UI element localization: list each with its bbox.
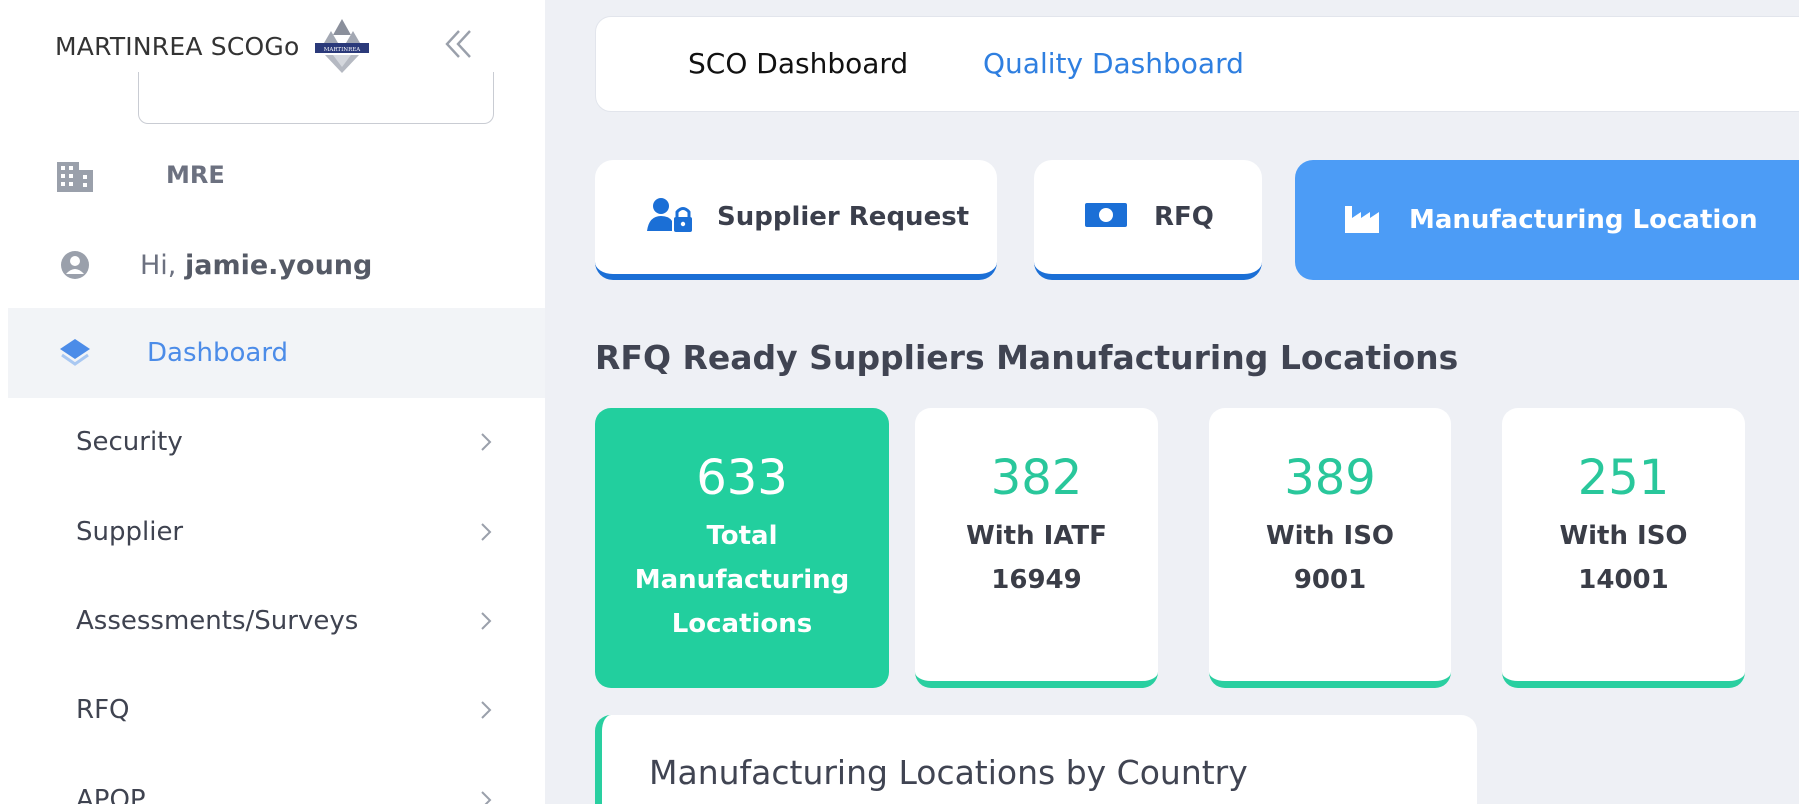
brand[interactable]: MARTINREA SCOGo MARTINREA [55,19,373,73]
stat-card-total-locations[interactable]: 633 Total Manufacturing Locations [595,408,889,688]
user-lock-icon [647,197,693,238]
sidebar: MARTINREA SCOGo MARTINREA MRE Hi, jamie.… [0,0,545,804]
stat-value: 251 [1577,450,1670,506]
stat-caption-line: 9001 [1293,565,1367,595]
chevron-right-icon [481,612,492,630]
org-label: MRE [166,161,225,189]
chevron-right-icon [481,701,492,719]
stat-caption-line: Locations [671,609,813,639]
user-circle-icon [54,244,96,286]
money-bill-icon [1084,201,1128,234]
brand-name: MARTINREA SCOGo [55,31,300,61]
sidebar-item-security[interactable]: Security [0,412,545,472]
username: jamie.young [184,249,373,281]
stat-value: 633 [696,450,788,506]
stat-card-iatf-16949[interactable]: 382 With IATF 16949 [915,408,1158,688]
sidebar-search-box[interactable] [138,72,494,124]
collapse-sidebar-button[interactable] [436,22,480,66]
greeting-prefix: Hi, [140,249,185,281]
logo-text: MARTINREA [324,47,361,53]
stat-caption-line: Total [706,521,778,551]
sidebar-item-label: Supplier [76,517,184,547]
category-tab-rfq[interactable]: RFQ [1034,160,1262,280]
country-chart-card: Manufacturing Locations by Country [595,715,1477,804]
main-content: SCO Dashboard Quality Dashboard Supplier… [545,0,1799,804]
sidebar-item-supplier[interactable]: Supplier [0,502,545,562]
category-tab-label: Supplier Request [717,202,970,232]
sidebar-item-assessments[interactable]: Assessments/Surveys [0,591,545,651]
layers-icon [54,332,96,374]
stat-caption-line: With ISO [1559,521,1688,551]
chevron-right-icon [481,523,492,541]
sidebar-item-label: Dashboard [147,338,289,368]
sidebar-item-label: Assessments/Surveys [76,606,359,636]
sidebar-item-label: RFQ [76,695,130,725]
double-chevron-left-icon [445,30,471,58]
sidebar-item-label: Security [76,427,183,457]
sidebar-item-apqp[interactable]: APQP [0,770,545,804]
stat-caption-line: 14001 [1578,565,1669,595]
category-tab-label: RFQ [1154,202,1214,232]
stat-card-iso-14001[interactable]: 251 With ISO 14001 [1502,408,1745,688]
chevron-right-icon [481,433,492,451]
stat-card-iso-9001[interactable]: 389 With ISO 9001 [1209,408,1451,688]
sidebar-item-rfq[interactable]: RFQ [0,680,545,740]
dashboard-tabbar: SCO Dashboard Quality Dashboard [595,16,1799,112]
stat-value: 389 [1284,450,1376,506]
stat-caption: With ISO 9001 [1209,514,1451,602]
tab-sco-dashboard[interactable]: SCO Dashboard [688,47,908,80]
category-tab-manufacturing-location[interactable]: Manufacturing Location [1295,160,1799,280]
stat-caption: Total Manufacturing Locations [595,514,889,646]
martinrea-logo: MARTINREA [315,19,370,73]
stat-caption: With IATF 16949 [915,514,1158,602]
user-profile[interactable]: Hi, jamie.young [0,238,545,292]
sidebar-item-dashboard[interactable]: Dashboard [8,308,545,398]
category-tab-label: Manufacturing Location [1409,205,1758,235]
chevron-right-icon [481,791,492,804]
stat-caption-line: With ISO [1265,521,1395,551]
sidebar-item-label: APQP [76,785,146,804]
stat-caption-line: Manufacturing [634,565,850,595]
stat-caption-line: 16949 [991,565,1082,595]
user-greeting: Hi, jamie.young [140,250,372,281]
org-selector[interactable]: MRE [0,148,545,202]
country-card-title: Manufacturing Locations by Country [649,753,1248,792]
section-title: RFQ Ready Suppliers Manufacturing Locati… [595,338,1459,377]
tab-quality-dashboard[interactable]: Quality Dashboard [983,47,1244,80]
building-icon [54,154,96,196]
stat-caption: With ISO 14001 [1502,514,1745,602]
stat-caption-line: With IATF [966,521,1107,551]
industry-icon [1343,202,1381,239]
category-tab-supplier-request[interactable]: Supplier Request [595,160,997,280]
stat-value: 382 [990,450,1083,506]
